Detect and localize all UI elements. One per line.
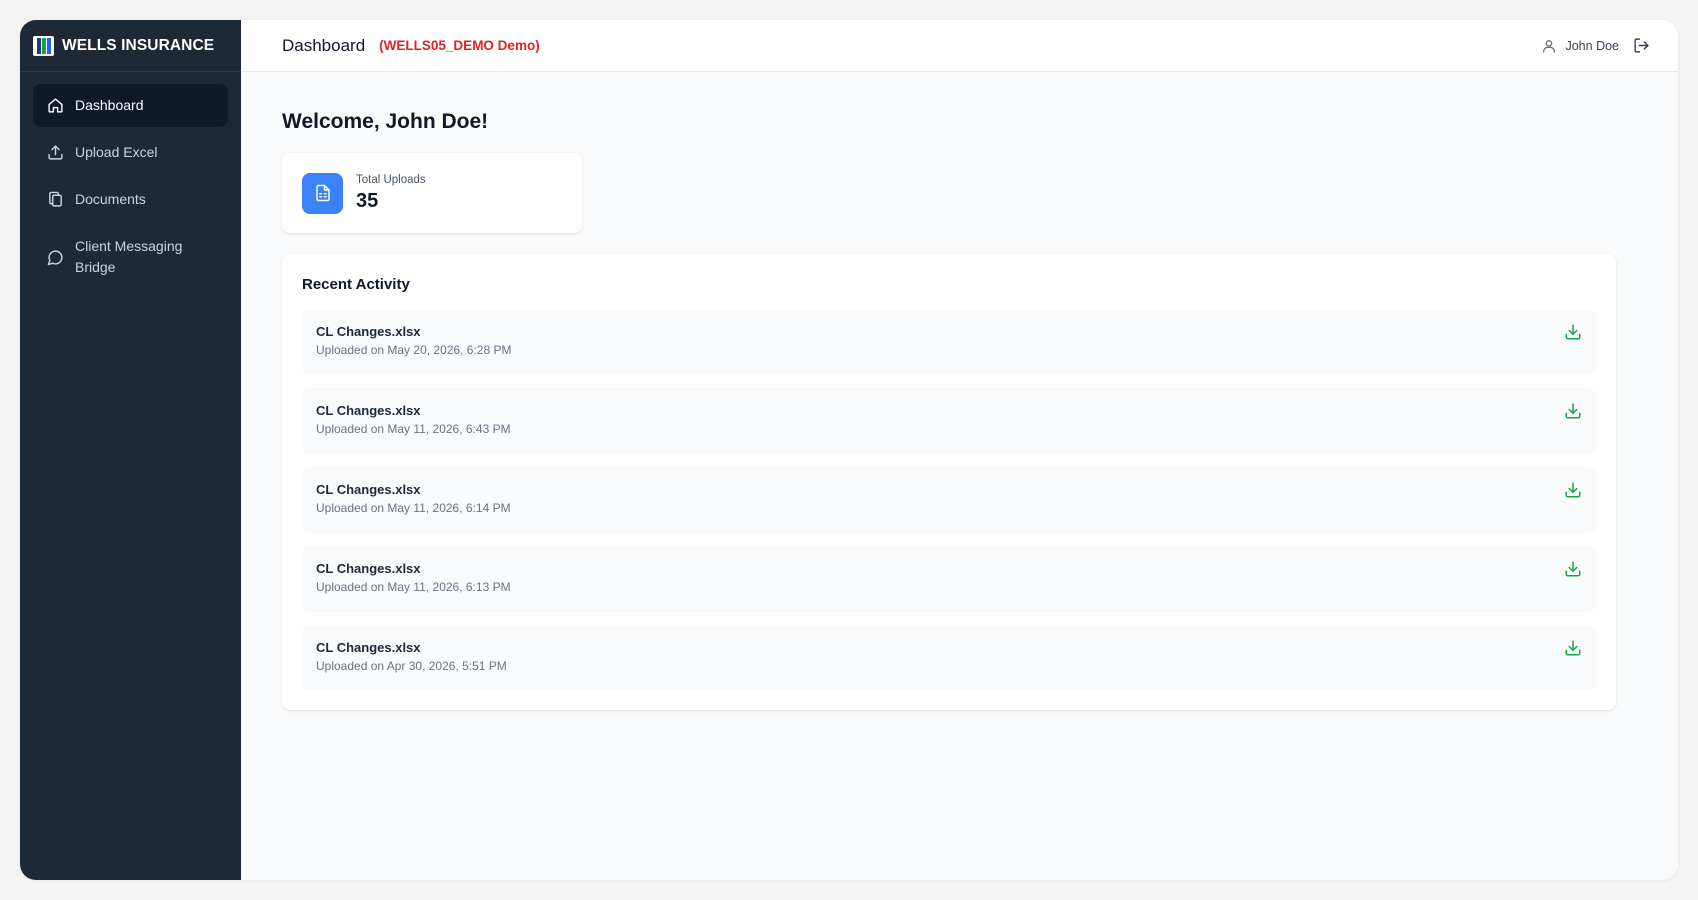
file-name: CL Changes.xlsx [316,324,421,339]
download-icon[interactable] [1564,323,1582,341]
brand-name: WELLS INSURANCE [62,36,215,54]
user-icon [1541,38,1557,54]
documents-icon [47,189,65,210]
sidebar-item-label: Dashboard [75,97,144,113]
recent-activity-title: Recent Activity [302,276,410,293]
list-item: CL Changes.xlsx Uploaded on May 11, 2026… [302,467,1596,533]
app-window: WELLS INSURANCE Dashboard Upload Excel D… [20,20,1678,880]
logout-icon[interactable] [1633,37,1650,54]
page-title: Dashboard [282,35,366,55]
user-name: John Doe [1565,38,1619,53]
list-item: CL Changes.xlsx Uploaded on Apr 30, 2026… [302,625,1596,691]
sidebar-item-client-messaging-bridge[interactable]: Client Messaging Bridge [33,225,228,289]
file-name: CL Changes.xlsx [316,403,421,418]
top-bar: Dashboard (WELLS05_DEMO Demo) John Doe [241,20,1678,72]
list-item: CL Changes.xlsx Uploaded on May 20, 2026… [302,309,1596,375]
download-icon[interactable] [1564,402,1582,420]
upload-date: Uploaded on May 11, 2026, 6:43 PM [316,422,511,436]
dashboard-content: Welcome, John Doe! Total Uploads 35 Rece… [241,72,1678,710]
sidebar-item-dashboard[interactable]: Dashboard [33,84,228,127]
demo-badge: (WELLS05_DEMO Demo) [379,38,540,53]
stat-label: Total Uploads [356,173,426,186]
total-uploads-card: Total Uploads 35 [282,153,582,233]
upload-icon [47,142,65,163]
welcome-heading: Welcome, John Doe! [282,110,489,133]
chat-icon [47,236,65,278]
sidebar-item-documents[interactable]: Documents [33,178,228,221]
main-area: Dashboard (WELLS05_DEMO Demo) John Doe W… [241,20,1678,880]
upload-date: Uploaded on May 11, 2026, 6:13 PM [316,580,511,594]
stat-text: Total Uploads 35 [356,174,426,213]
activity-list: CL Changes.xlsx Uploaded on May 20, 2026… [302,309,1596,691]
recent-activity-card: Recent Activity CL Changes.xlsx Uploaded… [282,254,1616,710]
sidebar-item-upload-excel[interactable]: Upload Excel [33,131,228,174]
spreadsheet-icon [302,172,343,214]
home-icon [47,95,65,116]
sidebar: WELLS INSURANCE Dashboard Upload Excel D… [20,20,241,880]
sidebar-item-label: Client Messaging Bridge [75,238,183,275]
sidebar-nav: Dashboard Upload Excel Documents Client … [20,72,241,301]
user-menu: John Doe [1541,37,1650,54]
list-item: CL Changes.xlsx Uploaded on May 11, 2026… [302,388,1596,454]
sidebar-item-label: Documents [75,191,146,207]
stat-value: 35 [356,189,379,212]
upload-date: Uploaded on May 20, 2026, 6:28 PM [316,343,512,357]
file-name: CL Changes.xlsx [316,561,421,576]
brand: WELLS INSURANCE [20,20,241,72]
download-icon[interactable] [1564,481,1582,499]
download-icon[interactable] [1564,639,1582,657]
wells-logo-icon [33,35,54,56]
upload-date: Uploaded on Apr 30, 2026, 5:51 PM [316,659,507,673]
sidebar-item-label: Upload Excel [75,144,158,160]
list-item: CL Changes.xlsx Uploaded on May 11, 2026… [302,546,1596,612]
upload-date: Uploaded on May 11, 2026, 6:14 PM [316,501,511,515]
file-name: CL Changes.xlsx [316,482,421,497]
file-name: CL Changes.xlsx [316,640,421,655]
download-icon[interactable] [1564,560,1582,578]
